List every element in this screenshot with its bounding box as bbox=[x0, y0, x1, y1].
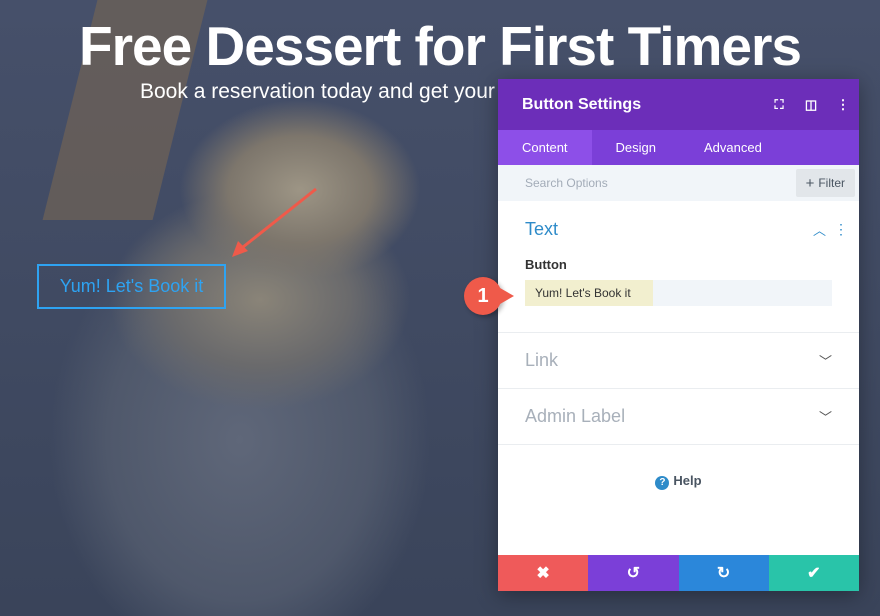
tab-content[interactable]: Content bbox=[498, 130, 592, 165]
panel-title: Button Settings bbox=[522, 95, 642, 113]
button-field-label: Button bbox=[525, 257, 567, 272]
section-link[interactable]: Link ﹀ bbox=[498, 333, 859, 389]
button-text-input[interactable]: Yum! Let's Book it bbox=[525, 280, 832, 306]
hero-subtitle: Book a reservation today and get your c bbox=[140, 80, 496, 103]
panel-header: Button Settings ⛶ ◫ ⋮ bbox=[498, 79, 859, 130]
panel-tabs: Content Design Advanced bbox=[498, 130, 859, 165]
expand-icon[interactable]: ⛶ bbox=[763, 97, 795, 113]
section-text-header[interactable]: Text ︿ ⋮ bbox=[525, 201, 848, 257]
search-input[interactable]: Search Options bbox=[525, 176, 796, 190]
hero-headline: Free Dessert for First Timers bbox=[79, 15, 802, 77]
section-admin-label[interactable]: Admin Label ﹀ bbox=[498, 389, 859, 445]
save-button[interactable]: ✔ bbox=[768, 555, 859, 591]
more-vert-icon[interactable]: ⋮ bbox=[827, 97, 859, 113]
search-options: Search Options + Filter bbox=[498, 165, 859, 201]
panel-footer: ✖ ↺ ↻ ✔ bbox=[498, 555, 859, 591]
check-icon: ✔ bbox=[807, 565, 821, 582]
help-label: Help bbox=[673, 473, 702, 488]
button-settings-panel: Button Settings ⛶ ◫ ⋮ Content Design Adv… bbox=[498, 79, 859, 591]
help-link[interactable]: ? Help bbox=[498, 473, 859, 490]
plus-icon: + bbox=[805, 174, 815, 192]
sidebar-icon[interactable]: ◫ bbox=[795, 97, 827, 113]
tab-advanced[interactable]: Advanced bbox=[680, 130, 786, 165]
cancel-button[interactable]: ✖ bbox=[498, 555, 589, 591]
chevron-up-icon[interactable]: ︿ bbox=[813, 220, 826, 239]
button-text-value: Yum! Let's Book it bbox=[525, 280, 653, 306]
step-badge: 1 bbox=[464, 277, 514, 315]
more-vert-icon[interactable]: ⋮ bbox=[834, 221, 848, 238]
section-title: Link bbox=[525, 350, 559, 370]
section-title: Text bbox=[525, 218, 559, 239]
undo-button[interactable]: ↺ bbox=[588, 555, 679, 591]
undo-icon: ↺ bbox=[626, 565, 641, 582]
chevron-down-icon: ﹀ bbox=[818, 410, 832, 425]
help-icon: ? bbox=[655, 476, 670, 490]
filter-label: Filter bbox=[818, 176, 845, 190]
close-icon: ✖ bbox=[536, 565, 550, 582]
page-cta-button[interactable]: Yum! Let's Book it bbox=[37, 264, 226, 309]
chevron-down-icon: ﹀ bbox=[818, 354, 832, 369]
filter-button[interactable]: + Filter bbox=[795, 169, 855, 197]
redo-icon: ↻ bbox=[716, 565, 731, 582]
section-text: Text ︿ ⋮ Button Yum! Let's Book it bbox=[498, 201, 859, 333]
section-title: Admin Label bbox=[525, 406, 626, 426]
redo-button[interactable]: ↻ bbox=[678, 555, 769, 591]
annotation-arrow-icon bbox=[232, 187, 317, 257]
tab-design[interactable]: Design bbox=[592, 130, 680, 165]
